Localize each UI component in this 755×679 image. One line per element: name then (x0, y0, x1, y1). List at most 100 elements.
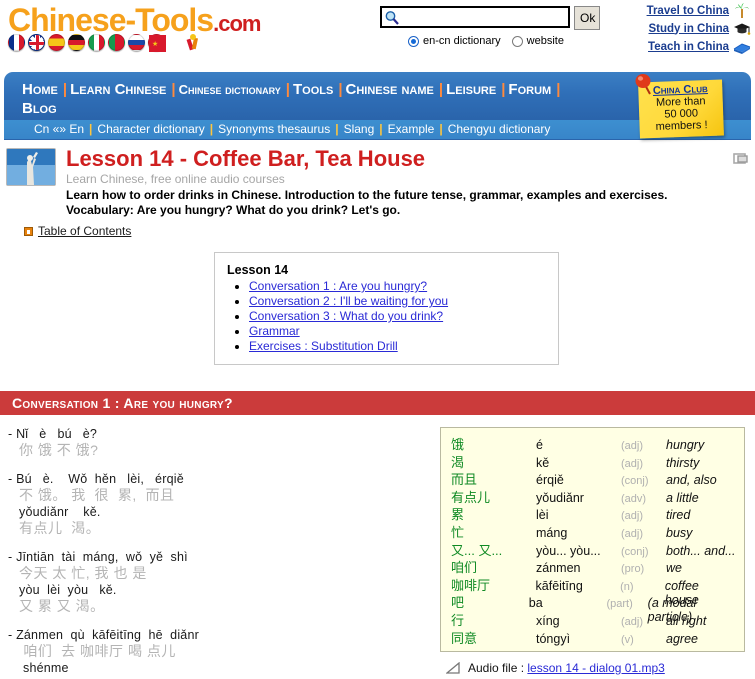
lesson-subtitle: Learn Chinese, free online audio courses (66, 172, 285, 186)
contents-link-conversation-3[interactable]: Conversation 3 : What do you drink? (249, 309, 443, 323)
list-item[interactable]: Conversation 3 : What do you drink? (249, 309, 546, 323)
dialog-dash: - (8, 427, 13, 441)
subnav-item-slang[interactable]: Slang (344, 122, 375, 136)
vocab-hanzi: 吧 (451, 595, 465, 611)
lesson-header: Lesson 14 - Coffee Bar, Tea House Learn … (0, 140, 755, 238)
vocab-pinyin: tóngyì (536, 631, 571, 646)
svg-text:★: ★ (152, 40, 158, 48)
nav-item-forum[interactable]: Forum (508, 81, 551, 98)
nav-item-blog[interactable]: Blog (22, 100, 57, 117)
vocab-english: agree (666, 631, 698, 646)
nav-item-home[interactable]: Home (22, 81, 58, 98)
vocab-pinyin: yòu... yòu... (536, 543, 601, 558)
contents-link-conversation-2[interactable]: Conversation 2 : I'll be waiting for you (249, 294, 448, 308)
print-page-icon[interactable] (733, 150, 749, 166)
dialog-dash: - (8, 472, 13, 486)
conversation-content: - Nǐ è bú è? 你 饿 不 饿? - Bú è. Wǒ hěn lèi… (0, 415, 755, 679)
flag-russia-icon[interactable] (128, 34, 145, 51)
firecracker-icon[interactable] (184, 33, 203, 52)
vocab-row: 饿 é (adj) hungry (451, 434, 736, 452)
dialog-pinyin: - Jīntiān tài máng, wǒ yě shì (8, 550, 440, 564)
dialog-line: - Jīntiān tài máng, wǒ yě shì 今天 太 忙, 我 … (8, 550, 440, 616)
vocab-english: and, also (666, 473, 717, 488)
audio-file-link[interactable]: lesson 14 - dialog 01.mp3 (527, 661, 664, 675)
vocab-english: tired (666, 508, 691, 523)
subnav-item-chengyu-dictionary[interactable]: Chengyu dictionary (448, 122, 551, 136)
radio-en-cn-dictionary[interactable] (408, 35, 419, 47)
flag-uk-icon[interactable] (28, 34, 45, 51)
speaker-icon (445, 661, 462, 675)
vocab-pinyin: lèi (536, 508, 549, 523)
contents-box-heading: Lesson 14 (227, 263, 289, 277)
toplink-travel-row: Travel to China (647, 2, 751, 19)
vocab-hanzi: 忙 (451, 524, 465, 540)
audio-file-text: Audio file : lesson 14 - dialog 01.mp3 (468, 661, 665, 675)
dialog-pinyin-cont: shénme (23, 661, 69, 675)
vocab-hanzi: 饿 (451, 437, 465, 452)
dialog-pinyin: - Zánmen qù kāfēitīng hē diǎnr (8, 628, 440, 642)
vocab-row: 而且 érqiě (conj) and, also (451, 469, 736, 487)
flag-spain-icon[interactable] (48, 34, 65, 51)
china-club-badge[interactable]: China Club More than 50 000 members ! (635, 74, 724, 139)
vocab-pos: (pro) (621, 563, 645, 576)
vocab-row: 渴 kě (adj) thirsty (451, 452, 736, 470)
flag-china-icon[interactable]: ★ (148, 34, 166, 52)
list-item[interactable]: Grammar (249, 324, 546, 338)
toplink-study-in-china[interactable]: Study in China (649, 23, 730, 35)
subnav-item-example[interactable]: Example (388, 122, 435, 136)
vocab-hanzi: 咖啡厅 (451, 577, 491, 593)
flag-france-icon[interactable] (8, 34, 25, 51)
flag-germany-icon[interactable] (68, 34, 85, 51)
subnav-item-synonyms-thesaurus[interactable]: Synonyms thesaurus (218, 122, 330, 136)
vocab-pos: (adv) (621, 492, 647, 505)
toplink-travel-to-china[interactable]: Travel to China (647, 5, 729, 17)
vocab-hanzi: 咱们 (451, 560, 478, 576)
vocab-pos: (n) (620, 580, 634, 593)
table-of-contents-link[interactable]: Table of Contents (38, 224, 131, 238)
table-of-contents-row[interactable]: Table of Contents (24, 224, 755, 238)
search-ok-button[interactable]: Ok (574, 6, 600, 30)
vocab-row: 又... 又... yòu... yòu... (conj) both... and.… (451, 540, 736, 558)
nav-item-chinese-dictionary[interactable]: Chinese dictionary (179, 82, 281, 97)
list-item[interactable]: Conversation 1 : Are you hungry? (249, 279, 546, 293)
statue-photo-thumbnail[interactable] (6, 148, 56, 186)
toplink-teach-in-china[interactable]: Teach in China (648, 41, 729, 53)
list-item[interactable]: Exercises : Substitution Drill (249, 339, 546, 353)
dialog-hanzi-cont: 有点儿 渴。 (19, 520, 101, 536)
search-input[interactable] (380, 6, 570, 28)
site-header: Chinese-Tools.com ★ Ok en-cn dictionary … (0, 0, 755, 72)
contents-link-exercises[interactable]: Exercises : Substitution Drill (249, 339, 398, 353)
contents-link-grammar[interactable]: Grammar (249, 324, 300, 338)
vocab-row: 有点儿 yǒudiǎnr (adv) a little (451, 487, 736, 505)
dialog-pinyin-text: Jīntiān tài máng, wǒ yě shì (16, 550, 188, 564)
vocab-pinyin: yǒudiǎnr (536, 490, 584, 505)
vocab-row: 咖啡厅 kāfēitīng (n) coffee house (451, 575, 736, 607)
vocab-english: we (666, 561, 682, 576)
vocab-row: 咱们 zánmen (pro) we (451, 557, 736, 575)
radio-website[interactable] (511, 35, 523, 47)
vocab-pinyin: kāfēitīng (535, 578, 583, 593)
dialog-hanzi: 今天 太 忙, 我 也 是 (19, 565, 147, 581)
dialog-pinyin-cont: yǒudiǎnr kě. (19, 505, 101, 519)
flag-portugal-icon[interactable] (108, 34, 125, 51)
flag-italy-icon[interactable] (88, 34, 105, 51)
vocab-hanzi: 累 (451, 507, 465, 523)
nav-item-tools[interactable]: Tools (293, 81, 333, 98)
nav-item-learn-chinese[interactable]: Learn Chinese (70, 81, 166, 98)
vocab-row: 同意 tóngyì (v) agree (451, 628, 736, 646)
subnav-item-character-dictionary[interactable]: Character dictionary (97, 122, 204, 136)
lesson-text-block: Lesson 14 - Coffee Bar, Tea House Learn … (66, 146, 755, 218)
contents-link-conversation-1[interactable]: Conversation 1 : Are you hungry? (249, 279, 427, 293)
list-item[interactable]: Conversation 2 : I'll be waiting for you (249, 294, 546, 308)
nav-item-leisure[interactable]: Leisure (446, 81, 496, 98)
vocab-pos: (adj) (621, 527, 644, 540)
nav-item-chinese-name[interactable]: Chinese name (346, 81, 434, 98)
vocab-pinyin: érqiě (536, 473, 564, 488)
radio-label-website: website (526, 35, 564, 47)
toplink-teach-row: Teach in China (647, 38, 751, 55)
vocab-pinyin: kě (536, 455, 550, 470)
audio-file-row[interactable]: Audio file : lesson 14 - dialog 01.mp3 (440, 661, 745, 675)
pushpin-icon (633, 73, 655, 97)
dialog-pinyin: - Nǐ è bú è? (8, 427, 440, 441)
subnav-item-cn-en[interactable]: Cn «» En (34, 122, 84, 136)
